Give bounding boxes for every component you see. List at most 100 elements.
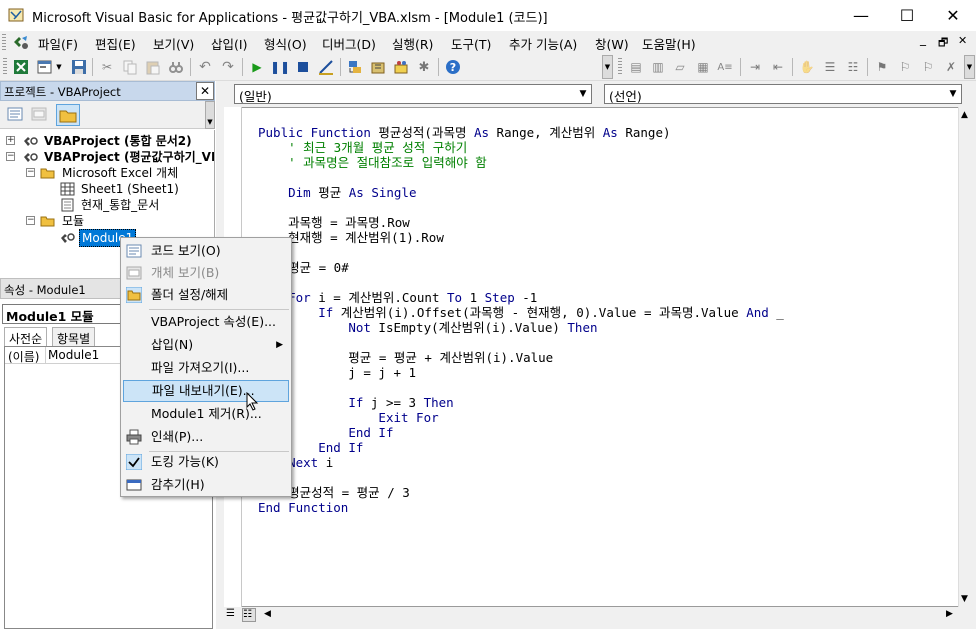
menu-view[interactable]: 보기(V) bbox=[153, 34, 194, 53]
chevron-down-icon[interactable]: ▼ bbox=[575, 85, 591, 103]
edit-toolbar-overflow-chevron[interactable]: ▼ bbox=[964, 55, 975, 79]
menu-run[interactable]: 실행(R) bbox=[392, 34, 433, 53]
menu-window[interactable]: 창(W) bbox=[595, 34, 629, 53]
minimize-button[interactable]: — bbox=[838, 0, 884, 31]
edit-toolbar-grip[interactable] bbox=[618, 58, 622, 76]
toolbar-grip[interactable] bbox=[3, 58, 7, 76]
procedure-view-icon[interactable]: ☰ bbox=[226, 608, 240, 622]
menu-item-insert[interactable]: 삽입(N) ▶ bbox=[123, 334, 289, 356]
tab-alphabetic[interactable]: 사전순 bbox=[4, 327, 48, 347]
procedure-combo[interactable]: (선언) ▼ bbox=[604, 84, 962, 104]
help-icon[interactable]: ? bbox=[444, 58, 462, 76]
list-properties-icon[interactable]: ▤ bbox=[627, 58, 645, 76]
object-browser-icon[interactable] bbox=[392, 58, 410, 76]
collapse-icon[interactable]: − bbox=[26, 168, 35, 177]
collapse-icon[interactable]: − bbox=[26, 216, 35, 225]
copy-icon[interactable] bbox=[121, 58, 139, 76]
menu-item-import-file[interactable]: 파일 가져오기(I)... bbox=[123, 357, 289, 379]
workbook-icon bbox=[61, 198, 74, 212]
doc-minimize-button[interactable]: _ bbox=[920, 32, 926, 46]
object-combo[interactable]: (일반) ▼ bbox=[234, 84, 592, 104]
menu-item-export-file[interactable]: 파일 내보내기(E)... bbox=[123, 380, 289, 402]
scroll-left-icon[interactable]: ◀ bbox=[264, 609, 271, 619]
previous-bookmark-icon[interactable]: ⚐ bbox=[919, 58, 937, 76]
menu-item-print[interactable]: 인쇄(P)... bbox=[123, 426, 289, 448]
menu-tools[interactable]: 도구(T) bbox=[451, 34, 491, 53]
tree-node-label: Sheet1 (Sheet1) bbox=[81, 182, 179, 196]
code-view-icon bbox=[126, 244, 142, 258]
uncomment-block-icon[interactable]: ☷ bbox=[844, 58, 862, 76]
undo-icon[interactable]: ↶ bbox=[196, 58, 214, 76]
menu-item-label: 파일 가져오기(I)... bbox=[151, 360, 250, 375]
find-icon[interactable] bbox=[167, 58, 185, 76]
paste-icon[interactable] bbox=[144, 58, 162, 76]
menu-item-hide[interactable]: 감추기(H) bbox=[123, 474, 289, 496]
chevron-down-icon[interactable]: ▼ bbox=[945, 85, 961, 103]
menu-item-project-properties[interactable]: VBAProject 속성(E)... bbox=[123, 311, 289, 333]
parameter-info-icon[interactable]: ▦ bbox=[694, 58, 712, 76]
toggle-folders-icon[interactable] bbox=[56, 104, 80, 126]
code-text: 평균 bbox=[310, 185, 349, 200]
full-module-view-icon[interactable]: ☷ bbox=[242, 608, 256, 622]
outdent-icon[interactable]: ⇤ bbox=[769, 58, 787, 76]
list-constants-icon[interactable]: ▥ bbox=[649, 58, 667, 76]
view-object-icon[interactable] bbox=[30, 106, 50, 124]
toggle-bookmark-icon[interactable]: ⚑ bbox=[873, 58, 891, 76]
project-toolbar-overflow[interactable]: ▼ bbox=[205, 101, 215, 129]
menu-item-toggle-folders[interactable]: 폴더 설정/해제 bbox=[123, 284, 289, 306]
scroll-right-icon[interactable]: ▶ bbox=[946, 609, 953, 619]
tab-categorized[interactable]: 항목별 bbox=[52, 327, 96, 347]
code-keyword: As bbox=[473, 125, 490, 140]
save-icon[interactable] bbox=[70, 58, 88, 76]
code-text: 과목행 = 과목명.Row bbox=[258, 215, 410, 230]
insert-userform-icon[interactable] bbox=[36, 58, 54, 76]
break-icon[interactable]: ❚❚ bbox=[270, 58, 290, 76]
view-code-icon[interactable] bbox=[6, 106, 26, 124]
folder-open-icon bbox=[40, 216, 55, 227]
menu-item-remove-module[interactable]: Module1 제거(R)... bbox=[123, 403, 289, 425]
toolbox-icon[interactable]: ✱ bbox=[415, 58, 433, 76]
horizontal-scrollbar[interactable]: ☰ ☷ ◀ ▶ bbox=[224, 607, 959, 624]
project-explorer-icon[interactable] bbox=[346, 58, 364, 76]
complete-word-icon[interactable]: A≡ bbox=[716, 58, 734, 76]
expand-icon[interactable]: + bbox=[6, 136, 15, 145]
chevron-down-icon[interactable]: ▼ bbox=[54, 58, 64, 76]
print-icon bbox=[126, 429, 142, 445]
redo-icon[interactable]: ↷ bbox=[219, 58, 237, 76]
menu-addins[interactable]: 추가 기능(A) bbox=[509, 34, 577, 53]
collapse-icon[interactable]: − bbox=[6, 152, 15, 161]
run-icon[interactable]: ▶ bbox=[248, 58, 266, 76]
vba-menu-icon[interactable] bbox=[12, 34, 30, 50]
clear-bookmarks-icon[interactable]: ✗ bbox=[942, 58, 960, 76]
scroll-down-icon[interactable]: ▼ bbox=[961, 594, 968, 604]
menu-edit[interactable]: 편집(E) bbox=[95, 34, 136, 53]
maximize-button[interactable]: ☐ bbox=[884, 0, 930, 31]
cut-icon[interactable]: ✂ bbox=[98, 58, 116, 76]
menubar-grip[interactable] bbox=[2, 34, 6, 50]
vertical-scrollbar[interactable]: ▲ ▼ bbox=[958, 107, 975, 607]
reset-icon[interactable] bbox=[294, 58, 312, 76]
menu-item-view-code[interactable]: 코드 보기(O) bbox=[123, 240, 289, 262]
scroll-up-icon[interactable]: ▲ bbox=[961, 110, 968, 120]
toggle-breakpoint-icon[interactable]: ✋ bbox=[798, 58, 816, 76]
doc-restore-button[interactable]: 🗗 bbox=[938, 34, 948, 53]
menu-item-label: 삽입(N) bbox=[151, 337, 194, 352]
menu-help[interactable]: 도움말(H) bbox=[642, 34, 696, 53]
excel-view-icon[interactable] bbox=[12, 58, 30, 76]
project-pane-close-button[interactable]: ✕ bbox=[196, 82, 214, 100]
indent-icon[interactable]: ⇥ bbox=[746, 58, 764, 76]
properties-window-icon[interactable] bbox=[369, 58, 387, 76]
menu-file[interactable]: 파일(F) bbox=[38, 34, 78, 53]
menu-insert[interactable]: 삽입(I) bbox=[211, 34, 247, 53]
menu-debug[interactable]: 디버그(D) bbox=[322, 34, 376, 53]
doc-close-button[interactable]: ✕ bbox=[958, 34, 967, 47]
menu-item-dockable[interactable]: 도킹 가능(K) bbox=[123, 451, 289, 473]
close-button[interactable]: ✕ bbox=[930, 0, 976, 31]
toolbar-overflow-chevron[interactable]: ▼ bbox=[602, 55, 613, 79]
menu-format[interactable]: 형식(O) bbox=[264, 34, 307, 53]
comment-block-icon[interactable]: ☰ bbox=[821, 58, 839, 76]
quick-info-icon[interactable]: ▱ bbox=[671, 58, 689, 76]
design-mode-icon[interactable] bbox=[317, 58, 335, 76]
next-bookmark-icon[interactable]: ⚐ bbox=[896, 58, 914, 76]
code-line: Public Function 평균성적(과목명 As Range, 계산범위 … bbox=[258, 125, 671, 140]
